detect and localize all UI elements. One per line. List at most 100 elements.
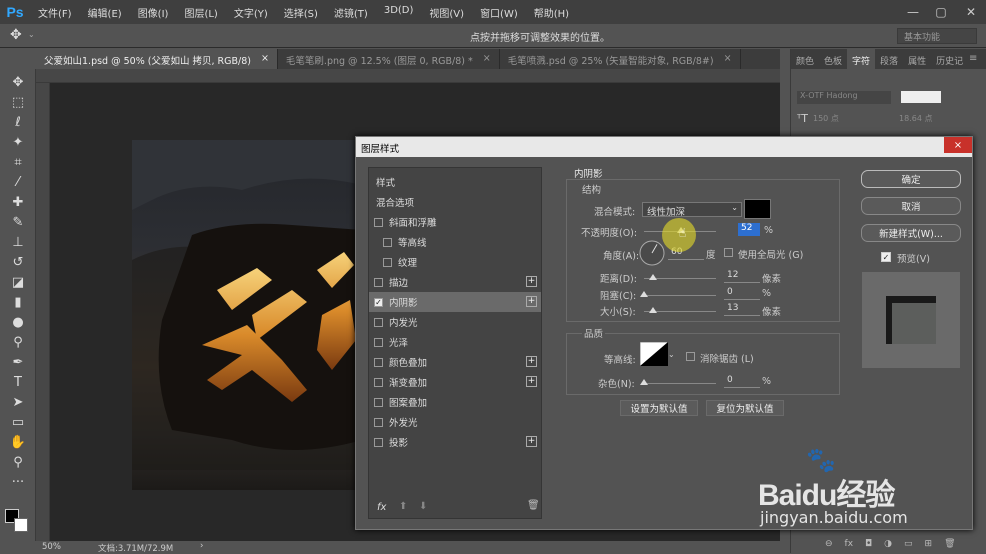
style-item[interactable]: 图案叠加 — [369, 392, 541, 412]
style-checkbox[interactable] — [374, 397, 383, 407]
zoom-tool-icon[interactable]: ⚲ — [6, 453, 30, 471]
healing-brush-tool-icon[interactable]: ✚ — [6, 193, 30, 211]
style-checkbox[interactable]: ✓ — [374, 297, 383, 307]
antialias-checkbox[interactable] — [686, 352, 695, 361]
link-layers-icon[interactable]: ⊖ — [825, 539, 833, 553]
shadow-color-swatch[interactable] — [744, 199, 771, 219]
style-checkbox[interactable] — [374, 277, 383, 287]
style-item[interactable]: 斜面和浮雕 — [369, 212, 541, 232]
size-slider-thumb[interactable] — [649, 307, 658, 313]
panel-tab[interactable]: 段落 — [875, 49, 903, 69]
style-checkbox[interactable] — [374, 337, 383, 347]
angle-dial[interactable] — [638, 239, 666, 267]
opacity-input[interactable]: 52 — [738, 223, 760, 236]
style-checkbox[interactable] — [374, 357, 383, 367]
maximize-icon[interactable]: ▢ — [926, 0, 956, 24]
font-size-field[interactable]: 150 点 — [813, 113, 839, 124]
panel-tab[interactable]: 色板 — [819, 49, 847, 69]
noise-slider-thumb[interactable] — [640, 379, 648, 385]
minimize-icon[interactable]: — — [898, 0, 928, 24]
pen-tool-icon[interactable]: ✒ — [6, 353, 30, 371]
menu-item[interactable]: 滤镜(T) — [326, 5, 376, 20]
zoom-level[interactable]: 50% — [42, 542, 61, 552]
shape-tool-icon[interactable]: ▭ — [6, 413, 30, 431]
move-tool-icon[interactable]: ✥ — [6, 73, 30, 91]
dodge-tool-icon[interactable]: ⚲ — [6, 333, 30, 351]
fx-icon[interactable]: fx — [845, 539, 854, 553]
blend-mode-select[interactable]: 线性加深 ⌄ — [642, 202, 742, 218]
menu-item[interactable]: 图层(L) — [176, 5, 225, 20]
add-mask-icon[interactable]: ◘ — [865, 539, 872, 553]
add-effect-icon[interactable]: + — [526, 296, 537, 307]
panel-tab[interactable]: 字符 — [847, 49, 876, 69]
path-select-tool-icon[interactable]: ➤ — [6, 393, 30, 411]
close-icon[interactable]: × — [261, 53, 269, 65]
style-item[interactable]: 光泽 — [369, 332, 541, 352]
preview-checkbox[interactable]: ✓ — [881, 252, 891, 262]
leading-field[interactable]: 18.64 点 — [899, 113, 932, 124]
menu-item[interactable]: 选择(S) — [276, 5, 326, 20]
delete-effect-icon[interactable]: 🗑 — [527, 500, 540, 511]
move-tool-icon[interactable]: ✥ — [10, 27, 22, 43]
history-brush-tool-icon[interactable]: ↺ — [6, 253, 30, 271]
reset-default-button[interactable]: 复位为默认值 — [706, 400, 784, 416]
panel-tab[interactable]: 颜色 — [791, 49, 819, 69]
fx-menu-icon[interactable]: fx — [377, 502, 386, 513]
document-artwork[interactable] — [132, 140, 362, 490]
cancel-button[interactable]: 取消 — [861, 197, 961, 215]
panel-tab[interactable]: 历史记 — [931, 49, 968, 69]
menu-item[interactable]: 文字(Y) — [226, 5, 276, 20]
add-effect-icon[interactable]: + — [526, 376, 537, 387]
style-item[interactable]: 纹理 — [369, 252, 541, 272]
close-icon[interactable]: ✕ — [956, 0, 986, 24]
style-item[interactable]: ✓ 内阴影 + — [369, 292, 541, 312]
style-checkbox[interactable] — [383, 237, 392, 247]
distance-input[interactable]: 12 — [724, 270, 760, 283]
styles-header[interactable]: 样式 — [369, 172, 541, 192]
brush-tool-icon[interactable]: ✎ — [6, 213, 30, 231]
stamp-tool-icon[interactable]: ⊥ — [6, 233, 30, 251]
contour-picker[interactable] — [640, 342, 668, 366]
add-effect-icon[interactable]: + — [526, 276, 537, 287]
noise-input[interactable]: 0 — [724, 375, 760, 388]
menu-item[interactable]: 编辑(E) — [80, 5, 130, 20]
style-item[interactable]: 描边 + — [369, 272, 541, 292]
add-effect-icon[interactable]: + — [526, 356, 537, 367]
set-default-button[interactable]: 设置为默认值 — [620, 400, 698, 416]
choke-slider[interactable] — [644, 295, 716, 296]
style-checkbox[interactable] — [374, 317, 383, 327]
style-item[interactable]: 外发光 — [369, 412, 541, 432]
font-style-select[interactable] — [901, 91, 941, 103]
menu-item[interactable]: 帮助(H) — [526, 5, 577, 20]
hand-tool-icon[interactable]: ✋ — [6, 433, 30, 451]
choke-slider-thumb[interactable] — [640, 291, 648, 297]
global-light-checkbox[interactable] — [724, 248, 733, 257]
workspace-select[interactable]: 基本功能 — [897, 28, 977, 44]
style-item[interactable]: 内发光 — [369, 312, 541, 332]
type-tool-icon[interactable]: T — [6, 373, 30, 391]
marquee-tool-icon[interactable]: ⬚ — [6, 93, 30, 111]
distance-slider-thumb[interactable] — [648, 274, 657, 280]
menu-item[interactable]: 窗口(W) — [472, 5, 526, 20]
doc-tab[interactable]: 毛笔喷溅.psd @ 25% (矢量智能对象, RGB/8#) × — [500, 49, 741, 69]
close-icon[interactable]: × — [483, 53, 491, 65]
move-up-icon[interactable]: ⬆ — [399, 501, 407, 512]
style-checkbox[interactable] — [374, 417, 383, 427]
add-effect-icon[interactable]: + — [526, 436, 537, 447]
dialog-close-button[interactable]: × — [944, 137, 972, 153]
menu-item[interactable]: 视图(V) — [421, 5, 472, 20]
lasso-tool-icon[interactable]: ℓ — [6, 113, 30, 131]
style-checkbox[interactable] — [374, 377, 383, 387]
font-family-select[interactable]: X-OTF Hadong — [797, 91, 891, 104]
menu-item[interactable]: 图像(I) — [130, 5, 177, 20]
gradient-tool-icon[interactable]: ▮ — [6, 293, 30, 311]
size-input[interactable]: 13 — [724, 303, 760, 316]
eraser-tool-icon[interactable]: ◪ — [6, 273, 30, 291]
chevron-down-icon[interactable]: ⌄ — [28, 30, 35, 39]
style-item[interactable]: 投影 + — [369, 432, 541, 452]
move-down-icon[interactable]: ⬇ — [419, 501, 427, 512]
new-group-icon[interactable]: ▭ — [904, 539, 913, 553]
style-item[interactable]: 渐变叠加 + — [369, 372, 541, 392]
adjustment-layer-icon[interactable]: ◑ — [884, 539, 892, 553]
close-icon[interactable]: × — [724, 53, 732, 65]
